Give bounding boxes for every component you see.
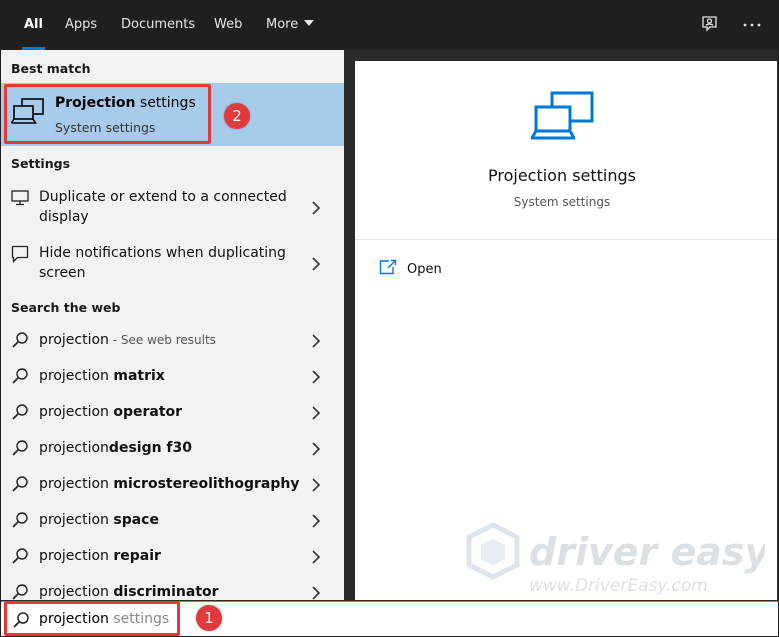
notification-icon [11,245,29,267]
watermark-brand: driver easy [529,530,765,574]
chevron-right-icon [311,513,321,528]
chevron-right-icon [311,477,321,492]
web-result-label: projectiondesign f30 [39,440,193,456]
callout-badge-1: 1 [196,605,222,631]
settings-item-hide-notifications[interactable]: Hide notifications when duplicating scre… [1,240,344,290]
search-icon [11,367,29,389]
search-input[interactable] [181,606,741,632]
web-result-item[interactable]: projection matrix [1,358,344,394]
section-heading-settings: Settings [11,156,71,171]
settings-item-label: Hide notifications when duplicating scre… [39,245,286,281]
monitor-icon [11,190,29,210]
search-icon [11,439,29,461]
preview-title: Projection settings [487,166,636,185]
feedback-icon[interactable] [698,13,722,37]
web-result-item[interactable]: projection microstereolithography [1,466,344,502]
search-icon [11,511,29,533]
web-result-item[interactable]: projection repair [1,538,344,574]
preview-subtitle: System settings [513,195,611,209]
tab-all[interactable]: All [22,1,45,50]
tab-more[interactable]: More [266,1,315,50]
web-result-item[interactable]: projection - See web results [1,322,344,358]
settings-item-duplicate-extend[interactable]: Duplicate or extend to a connected displ… [1,184,344,234]
web-result-label: projection microstereolithography [39,476,300,492]
search-filter-bar: All Apps Documents Web More [1,1,778,50]
highlight-box-best-match [4,84,211,144]
watermark: driver easy www.DriverEasy.com [465,519,772,603]
tab-more-label: More [266,17,299,32]
section-heading-best-match: Best match [11,61,91,76]
more-options-icon[interactable] [740,13,764,37]
web-result-label: projection operator [39,404,183,420]
section-heading-search-web: Search the web [11,300,121,315]
search-icon [11,583,29,600]
web-result-item[interactable]: projection space [1,502,344,538]
chevron-right-icon [311,256,321,271]
web-result-item[interactable]: projection operator [1,394,344,430]
search-icon [11,547,29,569]
projection-icon [530,91,594,145]
chevron-right-icon [311,333,321,348]
web-result-label: projection space [39,512,159,528]
settings-item-label: Duplicate or extend to a connected displ… [39,189,287,225]
search-icon [11,403,29,425]
chevron-right-icon [311,441,321,456]
highlight-box-search [4,601,180,636]
web-result-item[interactable]: projectiondesign f30 [1,430,344,466]
open-label: Open [407,262,442,277]
divider [355,239,777,240]
web-result-item[interactable]: projection discriminator [1,574,344,600]
tab-web[interactable]: Web [214,1,242,50]
web-result-label: projection repair [39,548,161,564]
web-result-label: projection matrix [39,368,165,384]
chevron-right-icon [311,549,321,564]
chevron-down-icon [304,20,315,26]
chevron-right-icon [311,200,321,215]
search-icon [11,331,29,353]
open-external-icon [379,259,397,275]
preview-pane: Projection settings System settings Open… [355,61,777,600]
search-icon [11,475,29,497]
callout-badge-2: 2 [224,103,250,129]
chevron-right-icon [311,405,321,420]
tab-apps[interactable]: Apps [65,1,97,50]
web-result-label: projection - See web results [39,332,216,348]
chevron-right-icon [311,369,321,384]
web-result-label: projection discriminator [39,584,219,600]
tab-documents[interactable]: Documents [121,1,195,50]
watermark-url: www.DriverEasy.com [529,576,708,596]
chevron-right-icon [311,585,321,600]
